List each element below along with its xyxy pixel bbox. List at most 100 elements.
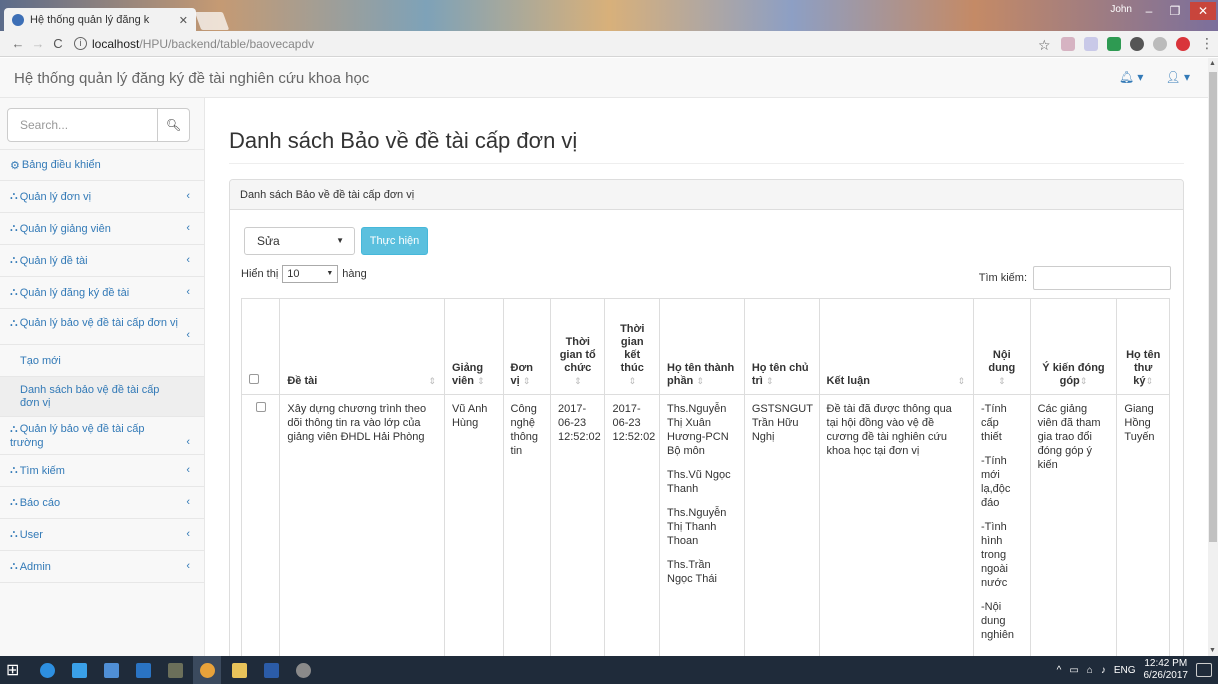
scrollbar-thumb[interactable]: [1209, 72, 1217, 542]
star-icon[interactable]: ☆: [1038, 37, 1052, 53]
sidebar-item-unit-defense[interactable]: ⛬ Quản lý bảo vệ đề tài cấp đơn vị ‹: [0, 309, 204, 345]
cell-de-tai: Xây dựng chương trình theo dõi thông tin…: [279, 394, 445, 658]
bulk-action-select[interactable]: Sửa ▼: [244, 227, 355, 255]
extension-icon[interactable]: [1130, 36, 1144, 51]
header-giang-vien[interactable]: Giảng viên ⇕: [443, 298, 504, 395]
header-tg-to-chuc[interactable]: Thời gian tổ chức ⇕: [549, 298, 606, 395]
menu-icon[interactable]: ⋮: [1200, 35, 1214, 52]
extension-icon[interactable]: [1153, 36, 1167, 51]
search-input[interactable]: [8, 109, 157, 141]
app-brand[interactable]: Hệ thống quản lý đăng ký đề tài nghiên c…: [14, 70, 369, 87]
extension-icon[interactable]: [1061, 36, 1075, 51]
sidebar-item-search[interactable]: ⛬ Tìm kiếm ‹: [0, 455, 204, 487]
media-icon[interactable]: [129, 656, 157, 684]
sort-icon: ⇕: [522, 376, 531, 386]
file-explorer-icon[interactable]: [225, 656, 253, 684]
sitemap-icon: ⛬: [10, 254, 18, 266]
forward-icon[interactable]: →: [28, 36, 48, 51]
volume-icon[interactable]: ♪: [1101, 665, 1106, 676]
cell-don-vi: Công nghệ thông tin: [502, 394, 551, 658]
minimize-icon[interactable]: –: [1136, 2, 1162, 20]
sidebar-subitem-list[interactable]: Danh sách bảo vệ đề tài cấp đơn vị: [0, 377, 204, 417]
clock-time: 12:42 PM: [1144, 658, 1188, 669]
header-noi-dung[interactable]: Nội dung ⇕: [973, 298, 1031, 395]
sidebar-item-units[interactable]: ⛬ Quản lý đơn vị ‹: [0, 181, 204, 213]
app-icon[interactable]: [65, 656, 93, 684]
address-bar[interactable]: i localhost/HPU/backend/table/baovecapdv: [74, 34, 1030, 54]
cell-thu-ky: Giang Hồng Tuyến: [1116, 394, 1170, 658]
tray-chevron-icon[interactable]: ^: [1057, 665, 1062, 676]
edge-icon[interactable]: [33, 656, 61, 684]
header-de-tai[interactable]: Đề tài ⇕: [279, 298, 445, 395]
header-thanh-phan[interactable]: Họ tên thành phần ⇕: [659, 298, 745, 395]
new-tab-button[interactable]: [194, 12, 230, 30]
chrome-icon[interactable]: [193, 656, 222, 684]
page-length-select[interactable]: 10 ▼: [282, 265, 339, 283]
word-icon[interactable]: [257, 656, 285, 684]
sidebar-item-lecturers[interactable]: ⛬ Quản lý giảng viên ‹: [0, 213, 204, 245]
bulk-action-row: Sửa ▼ Thực hiện: [244, 227, 428, 255]
sidebar-subitem-create[interactable]: Tạo mới: [0, 345, 204, 377]
windows-start-icon[interactable]: ⊞: [6, 660, 19, 680]
clock[interactable]: 12:42 PM 6/26/2017: [1144, 658, 1189, 682]
sidebar-item-school-defense[interactable]: ⛬ Quản lý bảo vệ đề tài cấp trường ‹: [0, 417, 204, 455]
execute-button[interactable]: Thực hiện: [361, 227, 428, 255]
app-icon[interactable]: [161, 656, 189, 684]
filter-input[interactable]: [1033, 266, 1171, 290]
extension-icon[interactable]: [1084, 36, 1098, 51]
cell-noi-dung: -Tính cấp thiết -Tính mới lạ,độc đáo -Tì…: [973, 394, 1031, 658]
sidebar-item-reports[interactable]: ⛬ Báo cáo ‹: [0, 487, 204, 519]
sidebar-item-registration[interactable]: ⛬ Quản lý đăng ký đề tài ‹: [0, 277, 204, 309]
length-prefix: Hiển thị: [241, 268, 279, 280]
reload-icon[interactable]: C: [48, 36, 68, 51]
maximize-icon[interactable]: ❐: [1162, 2, 1188, 20]
sitemap-icon: ⛬: [10, 422, 18, 435]
search-icon[interactable]: 🔍︎: [157, 109, 189, 141]
header-label: Kết luận: [826, 375, 870, 387]
network-icon[interactable]: ⌂: [1087, 665, 1093, 676]
language-indicator[interactable]: ENG: [1114, 665, 1136, 676]
sort-icon: ⇕: [477, 376, 485, 386]
header-y-kien[interactable]: Ý kiến đóng góp⇕: [1029, 298, 1118, 395]
battery-icon[interactable]: ▭: [1069, 665, 1078, 676]
thanh-phan-line: Ths.Vũ Ngọc Thanh: [667, 469, 731, 495]
mail-icon[interactable]: [97, 656, 125, 684]
notifications-icon[interactable]: [1196, 663, 1212, 677]
url-path: /HPU/backend/table/baovecapdv: [139, 36, 315, 51]
sidebar-item-topics[interactable]: ⛬ Quản lý đề tài ‹: [0, 245, 204, 277]
header-tg-ket-thuc[interactable]: Thời gian kết thúc ⇕: [604, 298, 660, 395]
bell-icon[interactable]: 🔔︎ ▾: [1119, 70, 1144, 84]
sidebar-item-user[interactable]: ⛬ User ‹: [0, 519, 204, 551]
chevron-left-icon: ‹: [186, 190, 190, 202]
browser-tab[interactable]: Hệ thống quản lý đăng k ✕: [4, 8, 196, 32]
browser-titlebar: Hệ thống quản lý đăng k ✕ John – ❐ ✕: [0, 0, 1218, 32]
cell-tg-ket-thuc: 2017-06-23 12:52:02: [604, 394, 660, 658]
scroll-down-icon[interactable]: ▼: [1209, 647, 1216, 654]
header-thu-ky[interactable]: Họ tên thư ký⇕: [1116, 298, 1170, 395]
back-icon[interactable]: ←: [8, 36, 28, 51]
tab-close-icon[interactable]: ✕: [179, 14, 188, 27]
scroll-up-icon[interactable]: ▲: [1209, 60, 1216, 67]
header-ket-luan[interactable]: Kết luận ⇕: [818, 298, 975, 395]
bulk-action-value: Sửa: [257, 234, 280, 248]
header-don-vi[interactable]: Đơn vị ⇕: [502, 298, 551, 395]
header-chu-tri[interactable]: Họ tên chủ trì ⇕: [743, 298, 820, 395]
select-all-checkbox[interactable]: [249, 374, 259, 384]
sidebar-item-dashboard[interactable]: ⚙ Bảng điều khiển: [0, 149, 204, 181]
data-table: Đề tài ⇕ Giảng viên ⇕ Đơn vị ⇕ Thời gian …: [240, 298, 1170, 658]
extension-icon[interactable]: [1107, 36, 1121, 51]
app-icon[interactable]: [289, 656, 317, 684]
sitemap-icon: ⛬: [10, 528, 18, 540]
header-label: Ý kiến đóng góp: [1042, 362, 1105, 387]
info-icon[interactable]: i: [74, 37, 87, 50]
page-scrollbar[interactable]: ▲ ▼: [1208, 58, 1218, 656]
url-host: localhost: [92, 36, 140, 51]
sidebar-item-admin[interactable]: ⛬ Admin ‹: [0, 551, 204, 583]
row-checkbox[interactable]: [255, 402, 266, 412]
main-content: Danh sách Bảo về đề tài cấp đơn vị Danh …: [206, 98, 1208, 659]
user-icon[interactable]: 👤︎ ▾: [1165, 70, 1190, 84]
close-icon[interactable]: ✕: [1190, 2, 1216, 20]
page-length-value: 10: [287, 268, 300, 280]
window-user[interactable]: John: [1110, 4, 1132, 15]
adblock-icon[interactable]: [1176, 36, 1190, 51]
